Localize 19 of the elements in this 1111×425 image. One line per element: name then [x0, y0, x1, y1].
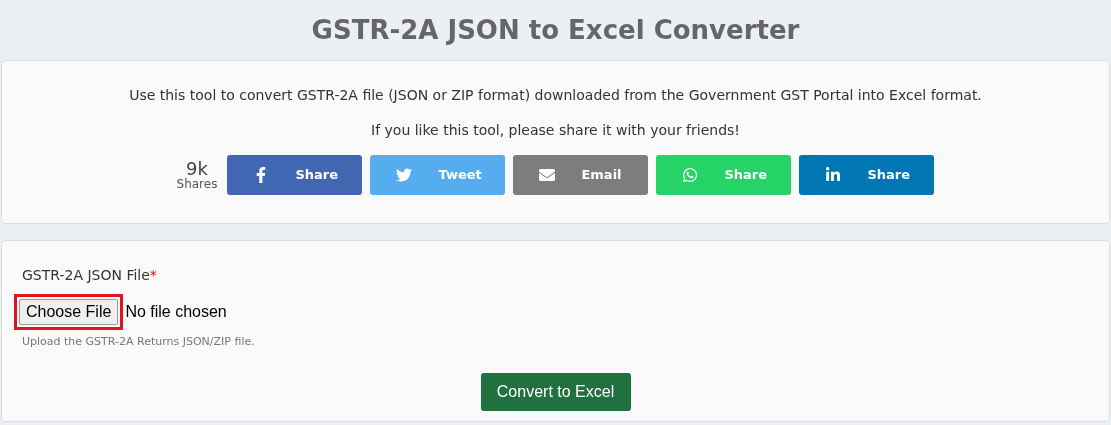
- page-title: GSTR-2A JSON to Excel Converter: [311, 13, 800, 47]
- share-count: 9k: [186, 160, 208, 178]
- share-button[interactable]: Tweet: [370, 155, 506, 195]
- share-button[interactable]: Share: [799, 155, 935, 195]
- share-count-label: Shares: [176, 178, 218, 190]
- chat-bubble-icon: [682, 167, 699, 183]
- bird-icon: [396, 167, 413, 183]
- help-text: Upload the GSTR-2A Returns JSON/ZIP file.: [22, 334, 256, 350]
- share-button[interactable]: Share: [227, 155, 363, 195]
- required-mark: *: [149, 266, 157, 285]
- file-status-text: No file chosen: [125, 302, 227, 322]
- linkedin-icon: [825, 167, 842, 183]
- choose-file-button[interactable]: Choose File: [19, 299, 119, 325]
- envelope-icon: [539, 167, 556, 183]
- share-button[interactable]: Email: [513, 155, 649, 195]
- field-label: GSTR-2A JSON File: [22, 266, 150, 285]
- convert-button[interactable]: Convert to Excel: [480, 372, 631, 411]
- description-text: Use this tool to convert GSTR-2A file (JSON or ZIP format) downloaded from the Government GST Portal into Excel format.: [129, 86, 982, 105]
- share-prompt-text: If you like this tool, please share it with your friends!: [371, 121, 740, 140]
